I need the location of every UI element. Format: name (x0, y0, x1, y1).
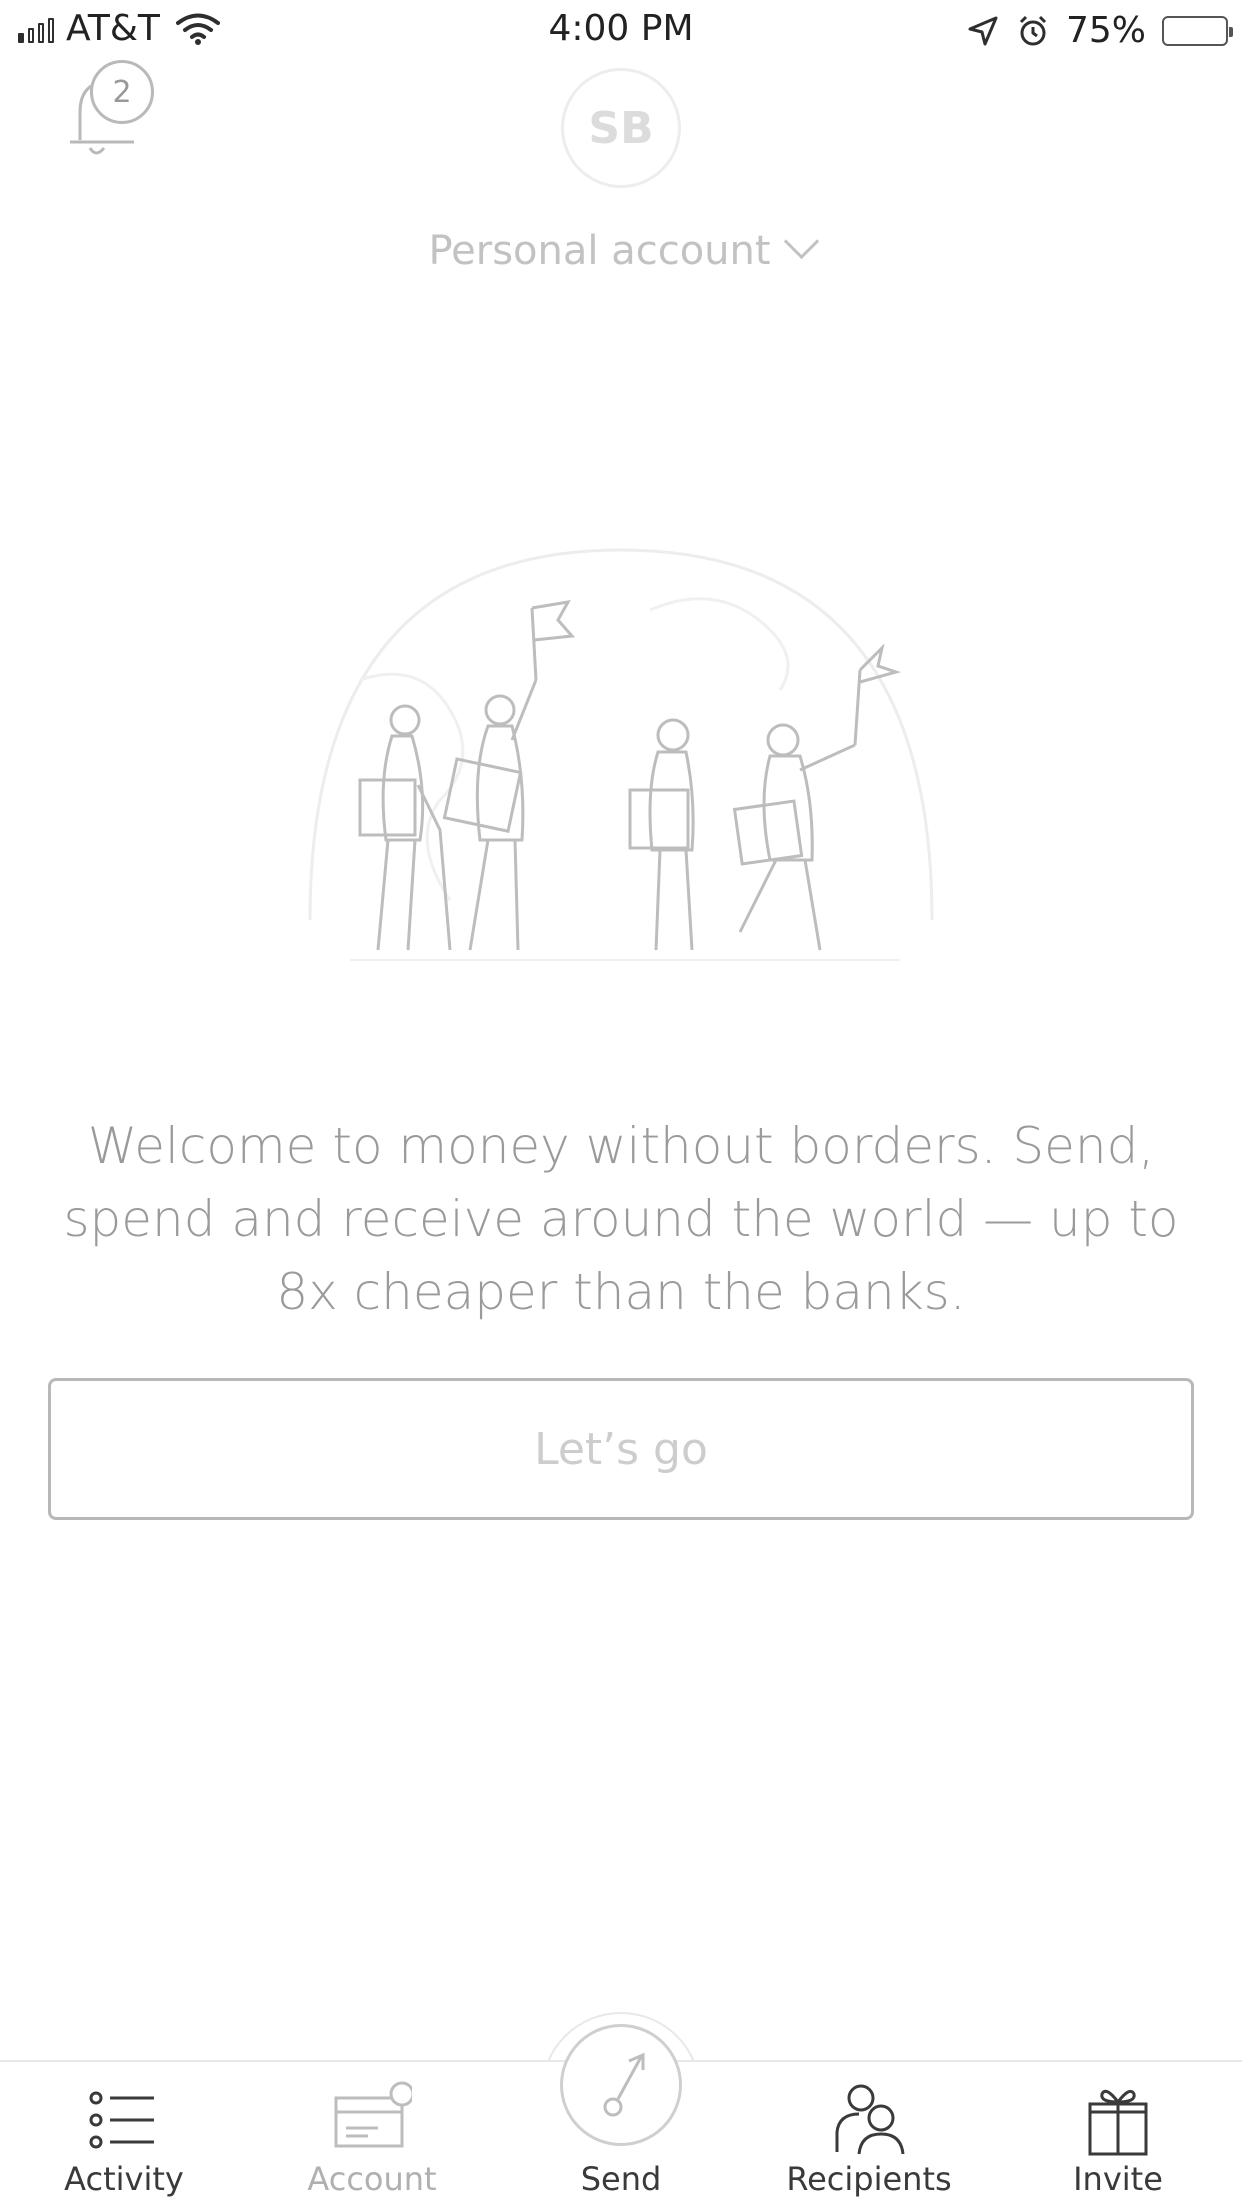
battery-percent: 75% (1065, 10, 1146, 51)
tab-invite[interactable]: Invite (994, 2060, 1242, 2208)
status-right: 75% (966, 10, 1233, 51)
travelers-illustration (308, 548, 934, 961)
tab-send[interactable]: Send (497, 2060, 745, 2208)
list-icon (89, 2091, 154, 2149)
avatar[interactable]: SB (561, 68, 681, 188)
tab-send-label: Send (580, 2160, 662, 2198)
status-bar: AT&T 4:00 PM 75% (0, 0, 1242, 60)
people-icon (835, 2084, 905, 2155)
tab-recipients[interactable]: Recipients (745, 2060, 993, 2208)
account-switcher-label: Personal account (428, 228, 771, 274)
battery-icon (1162, 15, 1233, 46)
alarm-icon (1019, 15, 1047, 45)
tab-activity-label: Activity (64, 2160, 184, 2198)
card-icon (334, 2081, 412, 2148)
tab-activity[interactable]: Activity (0, 2060, 248, 2208)
account-switcher[interactable]: Personal account (0, 223, 1242, 274)
tab-invite-label: Invite (1073, 2160, 1163, 2198)
tab-recipients-label: Recipients (786, 2160, 952, 2198)
welcome-message: Welcome to money without borders. Send, … (63, 1117, 1179, 1321)
location-arrow-icon (968, 16, 998, 45)
chevron-down-icon (783, 223, 819, 260)
battery-level (1167, 21, 1209, 41)
gift-icon (1088, 2089, 1148, 2156)
lets-go-button[interactable]: Let’s go (48, 1378, 1194, 1520)
tab-account-label: Account (307, 2160, 437, 2198)
tab-account[interactable]: Account (248, 2060, 496, 2208)
notification-badge[interactable]: 2 (90, 60, 154, 124)
